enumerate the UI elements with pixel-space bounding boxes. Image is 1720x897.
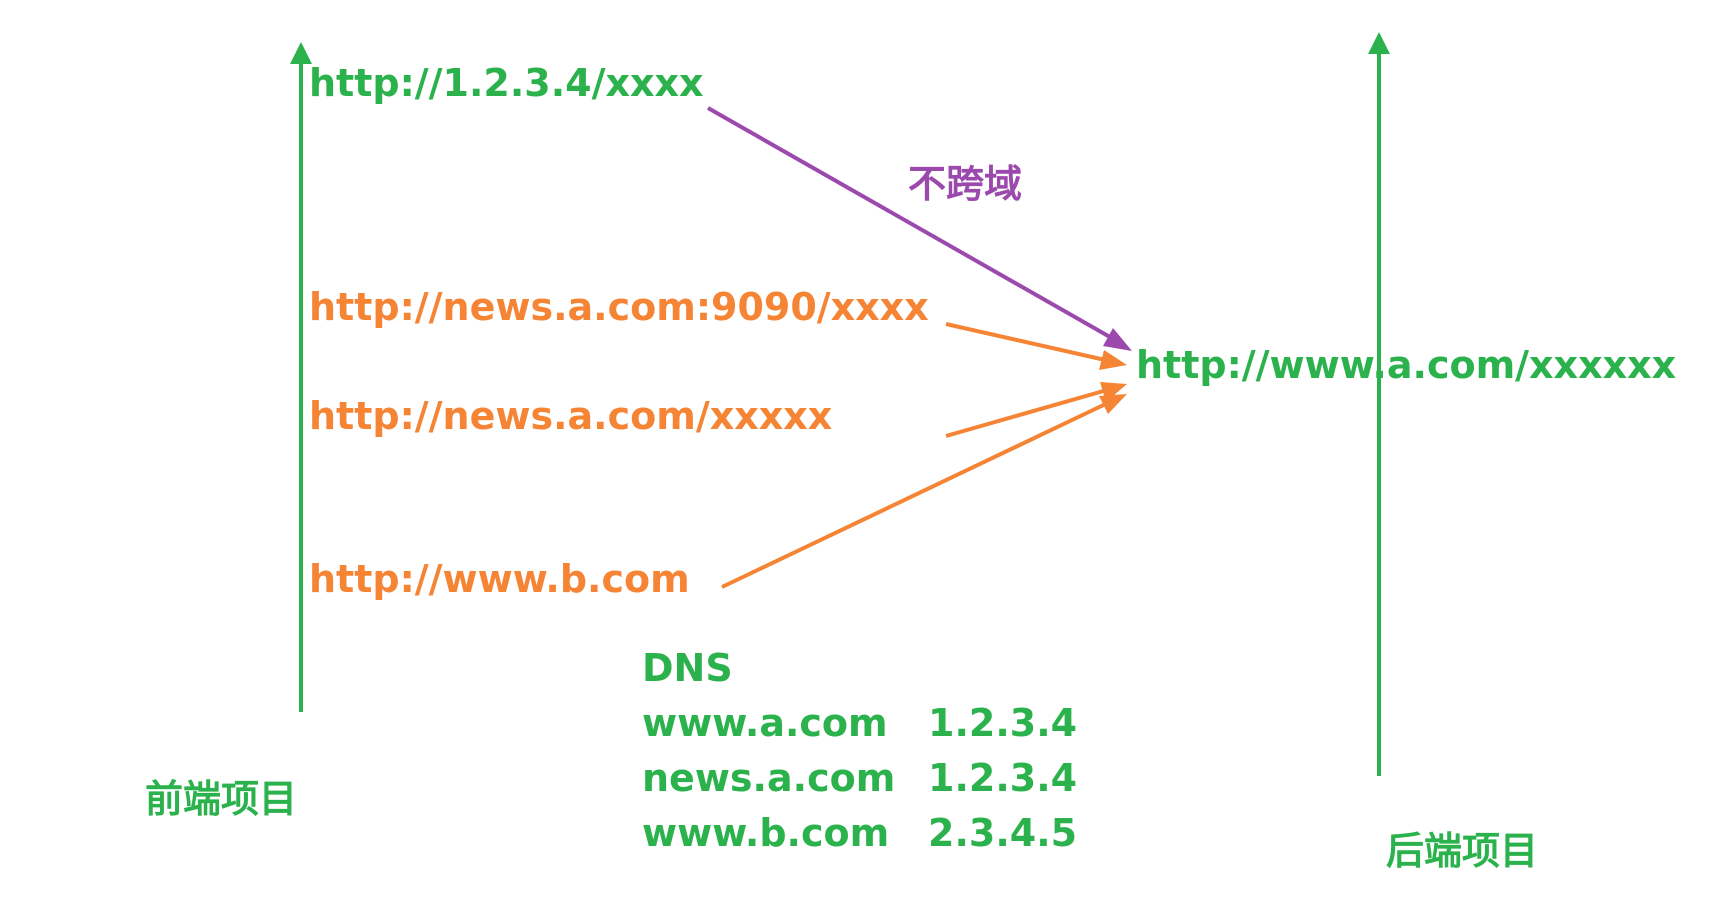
backend-url: http://www.a.com/xxxxxx <box>1136 343 1676 387</box>
backend-project-label: 后端项目 <box>1386 829 1538 873</box>
frontend-url-3: http://news.a.com/xxxxx <box>309 394 832 438</box>
no-cors-label: 不跨域 <box>908 162 1022 206</box>
frontend-url-1: http://1.2.3.4/xxxx <box>309 61 704 105</box>
dns-host-1: www.a.com <box>642 701 888 745</box>
dns-ip-2: 1.2.3.4 <box>928 756 1077 800</box>
backend-axis-arrow <box>1368 32 1390 776</box>
dns-host-3: www.b.com <box>642 811 889 855</box>
frontend-project-label: 前端项目 <box>145 777 297 821</box>
dns-host-2: news.a.com <box>642 756 895 800</box>
cross-origin-arrow-subdomain <box>945 382 1127 438</box>
cors-diagram: http://1.2.3.4/xxxx http://news.a.com:90… <box>145 32 1676 873</box>
frontend-url-2: http://news.a.com:9090/xxxx <box>309 285 929 329</box>
dns-ip-1: 1.2.3.4 <box>928 701 1077 745</box>
dns-title: DNS <box>642 646 733 690</box>
frontend-axis-arrow <box>290 42 312 712</box>
frontend-url-4: http://www.b.com <box>309 557 690 601</box>
dns-ip-3: 2.3.4.5 <box>928 811 1077 855</box>
dns-table: DNS www.a.com 1.2.3.4 news.a.com 1.2.3.4… <box>642 646 1077 855</box>
